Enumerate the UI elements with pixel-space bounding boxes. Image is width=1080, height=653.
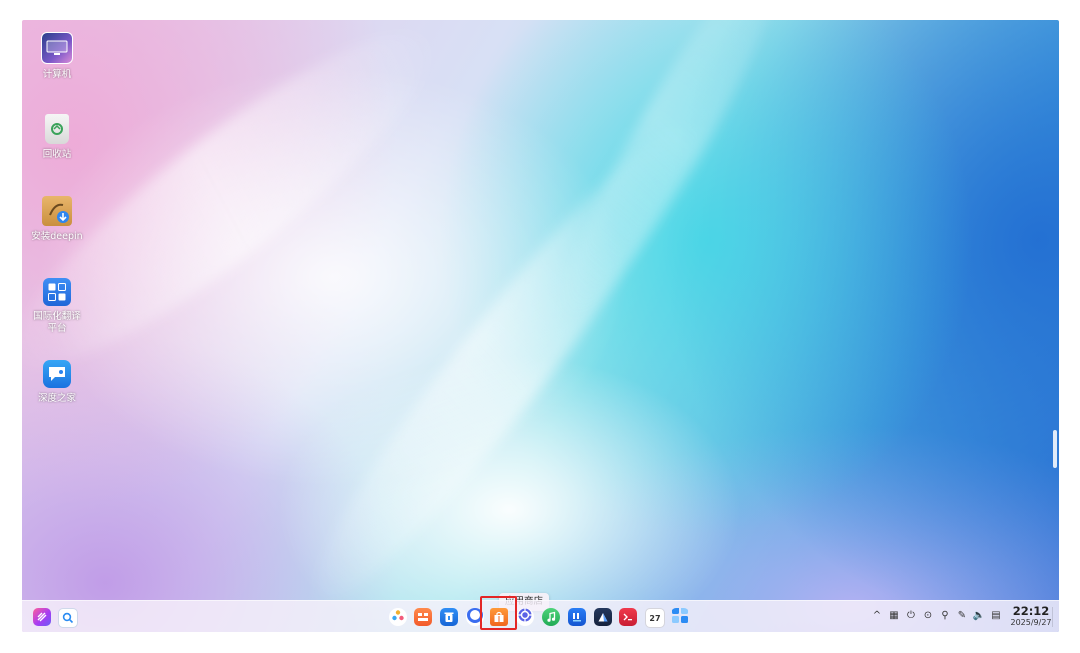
desktop-icon-label: 计算机 bbox=[42, 69, 72, 80]
desktop-icon-computer[interactable]: 计算机 bbox=[22, 32, 92, 81]
desktop-icon-trash[interactable]: 回收站 bbox=[22, 114, 92, 161]
tray-divider bbox=[1052, 607, 1053, 627]
search-button[interactable] bbox=[58, 608, 78, 628]
deepin-home-icon bbox=[43, 360, 71, 388]
network-icon[interactable]: ▤ bbox=[990, 610, 1002, 622]
chevron-up-icon[interactable]: ^ bbox=[871, 610, 883, 622]
launcher-icon bbox=[36, 608, 48, 626]
taskbar: 27 ^ ▦ ⏻ ⊙ ⚲ ✎ 🔈 ▤ 22:12 2025/9/27 bbox=[22, 600, 1059, 632]
dock-app-terminal[interactable] bbox=[619, 608, 637, 626]
trash-icon bbox=[45, 114, 69, 144]
search-icon bbox=[62, 609, 74, 627]
trash-bin-icon bbox=[443, 608, 455, 626]
translate-icon bbox=[43, 278, 71, 306]
desktop-icon-label: 国际化翻译平台 bbox=[33, 311, 81, 334]
image-viewer-icon bbox=[597, 608, 609, 626]
scrollbar-handle[interactable] bbox=[1053, 430, 1057, 468]
desktop-icon-deepin-home[interactable]: 深度之家 bbox=[22, 360, 92, 405]
media-icon[interactable]: ⊙ bbox=[922, 610, 934, 622]
desktop-icon-label: 回收站 bbox=[42, 149, 72, 160]
wallpaper-silk bbox=[536, 20, 808, 335]
dock-app-settings[interactable] bbox=[516, 608, 534, 626]
desktop-icon-translate[interactable]: 国际化翻译平台 bbox=[22, 278, 92, 335]
file-manager-icon bbox=[417, 608, 429, 626]
clock-date[interactable]: 2025/9/27 bbox=[1008, 618, 1054, 628]
dock-app-calendar[interactable]: 27 bbox=[645, 608, 665, 628]
dock-app-notes[interactable] bbox=[568, 608, 586, 626]
launcher-button[interactable] bbox=[33, 608, 51, 626]
dock-app-file-manager[interactable] bbox=[414, 608, 432, 626]
power-icon[interactable]: ⏻ bbox=[905, 610, 917, 622]
music-icon bbox=[545, 608, 557, 626]
app-store-highlight bbox=[480, 596, 517, 630]
clock-time[interactable]: 22:12 bbox=[1010, 604, 1052, 618]
dock-app-control-center[interactable] bbox=[389, 608, 407, 626]
volume-icon[interactable]: 🔈 bbox=[973, 610, 985, 622]
computer-icon bbox=[41, 32, 73, 64]
calendar-icon: 27 bbox=[649, 613, 661, 623]
app-grid-icon bbox=[671, 608, 689, 626]
control-center-icon bbox=[391, 608, 405, 626]
desktop-icon-install[interactable]: 安装deepin bbox=[22, 196, 92, 243]
desktop[interactable]: 计算机 回收站 安装deepin 国际化翻译平台 深度之家 应用商店 bbox=[22, 20, 1059, 632]
dock-app-grid[interactable] bbox=[671, 608, 689, 626]
dock-app-music[interactable] bbox=[542, 608, 560, 626]
dock-app-image-viewer[interactable] bbox=[594, 608, 612, 626]
usb-icon[interactable]: ⚲ bbox=[939, 610, 951, 622]
settings-icon bbox=[517, 608, 533, 626]
keyboard-icon[interactable]: ▦ bbox=[888, 610, 900, 622]
terminal-icon bbox=[622, 608, 634, 626]
desktop-icon-label: 安装deepin bbox=[31, 231, 83, 242]
notes-icon bbox=[571, 608, 583, 626]
desktop-icon-label: 深度之家 bbox=[37, 393, 76, 404]
dock-app-trash-bin[interactable] bbox=[440, 608, 458, 626]
pen-icon[interactable]: ✎ bbox=[956, 610, 968, 622]
installer-icon bbox=[42, 196, 72, 226]
